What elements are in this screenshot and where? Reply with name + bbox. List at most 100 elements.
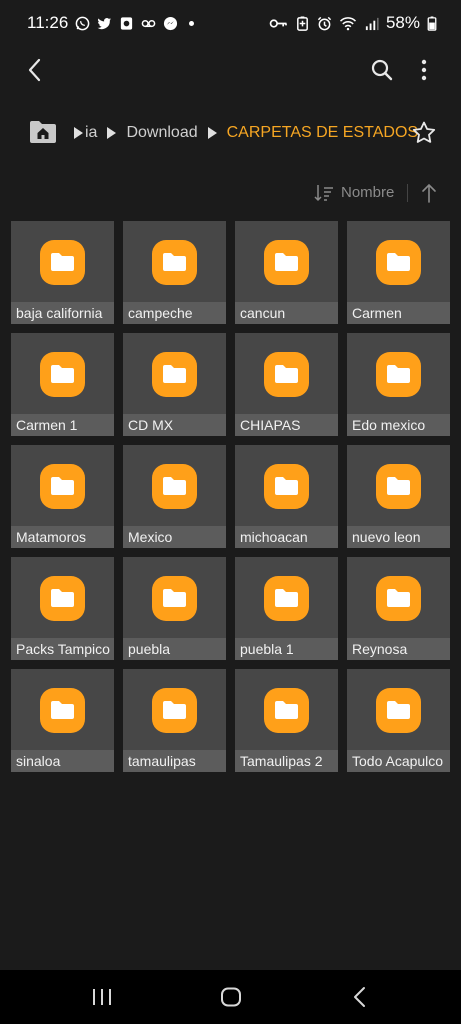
alarm-icon: [317, 16, 332, 30]
system-back-button[interactable]: [350, 986, 370, 1008]
folder-name: CD MX: [123, 414, 226, 436]
top-app-bar: [0, 46, 461, 94]
folder-icon: [376, 576, 421, 621]
folder-tile[interactable]: sinaloa: [11, 669, 114, 772]
search-button[interactable]: [368, 56, 396, 84]
status-bar: 11:26 58%: [0, 0, 461, 46]
folder-tile[interactable]: CHIAPAS: [235, 333, 338, 436]
wifi-icon: [339, 16, 357, 30]
back-button[interactable]: [22, 56, 50, 84]
folder-icon: [264, 688, 309, 733]
folder-name: puebla: [123, 638, 226, 660]
folder-tile[interactable]: puebla: [123, 557, 226, 660]
folder-name: Tamaulipas 2: [235, 750, 338, 772]
folder-tile[interactable]: Todo Acapulco: [347, 669, 450, 772]
folder-icon: [40, 576, 85, 621]
folder-name: Edo mexico: [347, 414, 450, 436]
folder-name: puebla 1: [235, 638, 338, 660]
folder-icon: [40, 688, 85, 733]
signal-icon: [365, 17, 379, 30]
folder-name: baja california: [11, 302, 114, 324]
folder-name: campeche: [123, 302, 226, 324]
folder-icon: [40, 240, 85, 285]
breadcrumb: ia Download CARPETAS DE ESTADOS: [0, 112, 461, 154]
folder-icon: [264, 240, 309, 285]
folder-icon: [152, 688, 197, 733]
battery-saver-icon: [297, 15, 308, 31]
folder-icon: [152, 352, 197, 397]
favorite-star-button[interactable]: [411, 120, 437, 146]
folder-name: sinaloa: [11, 750, 114, 772]
folder-tile[interactable]: Mexico: [123, 445, 226, 548]
folder-icon: [376, 352, 421, 397]
sort-direction-up-icon[interactable]: [420, 182, 438, 204]
more-options-button[interactable]: [414, 56, 434, 84]
folder-tile[interactable]: Carmen: [347, 221, 450, 324]
folder-name: Todo Acapulco: [347, 750, 450, 772]
folder-icon: [264, 464, 309, 509]
folder-name: michoacan: [235, 526, 338, 548]
app-icon: [121, 16, 133, 30]
sort-divider: [407, 184, 408, 202]
folder-tile[interactable]: michoacan: [235, 445, 338, 548]
folder-tile[interactable]: Matamoros: [11, 445, 114, 548]
folder-tile[interactable]: baja california: [11, 221, 114, 324]
voicemail-icon: [141, 19, 156, 27]
folder-tile[interactable]: Carmen 1: [11, 333, 114, 436]
breadcrumb-trail: ia Download CARPETAS DE ESTADOS: [74, 112, 418, 154]
folder-icon: [152, 576, 197, 621]
breadcrumb-item-current[interactable]: CARPETAS DE ESTADOS: [227, 124, 418, 142]
folder-tile[interactable]: Packs Tampico: [11, 557, 114, 660]
folder-name: tamaulipas: [123, 750, 226, 772]
battery-icon: [427, 15, 437, 31]
breadcrumb-separator-icon: [74, 127, 83, 139]
whatsapp-icon: [75, 16, 90, 30]
folder-tile[interactable]: CD MX: [123, 333, 226, 436]
status-time: 11:26: [27, 13, 69, 32]
folder-name: Carmen 1: [11, 414, 114, 436]
folder-name: Reynosa: [347, 638, 450, 660]
folder-name: cancun: [235, 302, 338, 324]
folder-tile[interactable]: puebla 1: [235, 557, 338, 660]
folder-icon: [152, 240, 197, 285]
folder-icon: [376, 464, 421, 509]
folder-name: CHIAPAS: [235, 414, 338, 436]
folder-tile[interactable]: Reynosa: [347, 557, 450, 660]
breadcrumb-item-storage[interactable]: ia: [85, 124, 97, 142]
folder-icon: [152, 464, 197, 509]
breadcrumb-separator-icon: [207, 127, 217, 139]
folder-name: Matamoros: [11, 526, 114, 548]
folder-icon: [40, 464, 85, 509]
folder-name: Carmen: [347, 302, 450, 324]
breadcrumb-item-download[interactable]: Download: [126, 124, 197, 142]
folder-tile[interactable]: tamaulipas: [123, 669, 226, 772]
home-button[interactable]: [219, 986, 243, 1008]
sort-bar: Nombre: [0, 178, 461, 208]
folder-icon: [264, 576, 309, 621]
battery-percent: 58%: [385, 13, 420, 32]
folder-tile[interactable]: Edo mexico: [347, 333, 450, 436]
twitter-icon: [97, 17, 112, 29]
recents-button[interactable]: [90, 987, 114, 1007]
folder-tile[interactable]: nuevo leon: [347, 445, 450, 548]
folder-tile[interactable]: cancun: [235, 221, 338, 324]
home-folder-icon[interactable]: [28, 118, 58, 146]
folder-tile[interactable]: Tamaulipas 2: [235, 669, 338, 772]
folder-name: Mexico: [123, 526, 226, 548]
folder-tile[interactable]: campeche: [123, 221, 226, 324]
folder-name: nuevo leon: [347, 526, 450, 548]
sort-icon[interactable]: [314, 184, 334, 202]
messenger-icon: [164, 16, 178, 30]
folder-grid: baja california campeche cancun Carmen Carme…: [11, 221, 450, 772]
folder-icon: [264, 352, 309, 397]
system-nav-bar: [0, 970, 461, 1024]
vpn-key-icon: [269, 18, 287, 28]
notification-dot-icon: [189, 20, 195, 26]
folder-icon: [40, 352, 85, 397]
sort-by-label[interactable]: Nombre: [341, 184, 394, 201]
folder-name: Packs Tampico: [11, 638, 114, 660]
status-left: 11:26: [27, 13, 195, 33]
folder-icon: [376, 688, 421, 733]
breadcrumb-separator-icon: [107, 127, 117, 139]
folder-icon: [376, 240, 421, 285]
